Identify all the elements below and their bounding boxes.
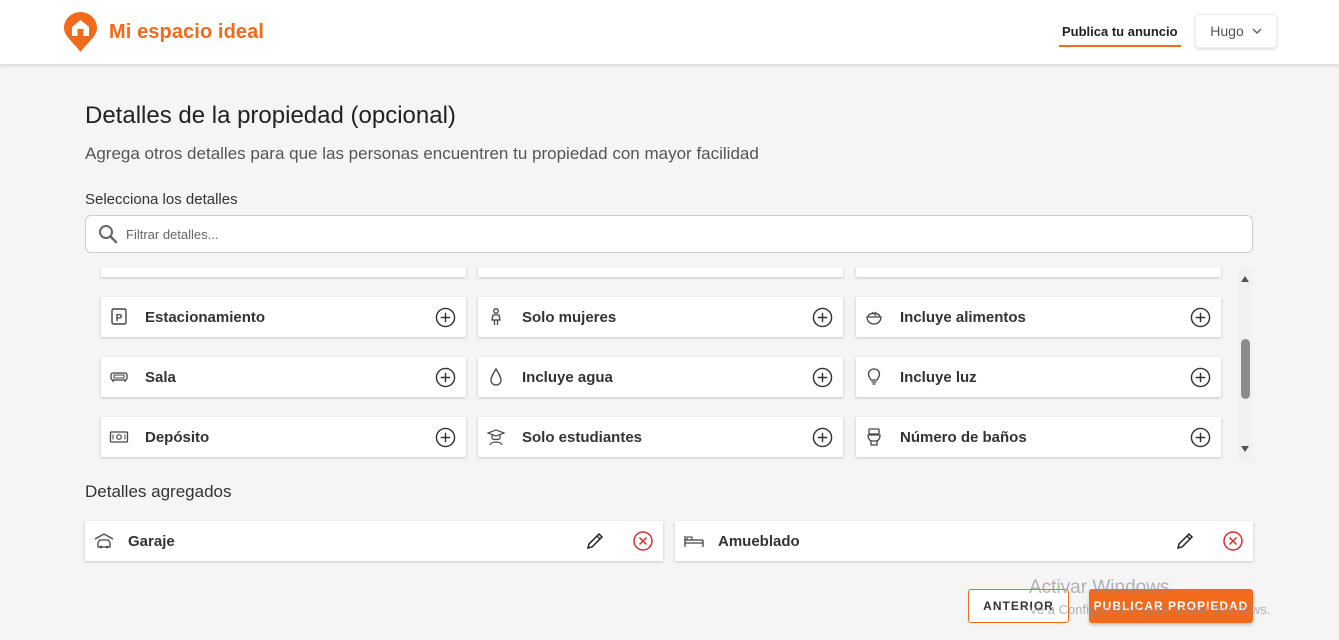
detail-card-numero-banos[interactable]: Número de baños [856, 417, 1221, 457]
plus-circle-icon[interactable] [1190, 367, 1211, 388]
plus-circle-icon[interactable] [812, 427, 833, 448]
detail-label: Depósito [145, 429, 210, 446]
select-details-label: Selecciona los detalles [85, 191, 238, 208]
cash-icon [109, 431, 129, 443]
scrollbar-thumb[interactable] [1241, 339, 1250, 399]
plus-circle-icon[interactable] [1190, 307, 1211, 328]
details-scrollbar[interactable] [1238, 268, 1253, 461]
detail-card-incluye-alimentos[interactable]: Incluye alimentos [856, 297, 1221, 337]
user-name: Hugo [1210, 23, 1244, 39]
scroll-down-arrow-icon[interactable] [1241, 446, 1249, 452]
plus-circle-icon[interactable] [435, 427, 456, 448]
parking-icon: P [111, 308, 127, 325]
detail-card-partial[interactable] [856, 268, 1221, 277]
page-title: Detalles de la propiedad (opcional) [85, 102, 456, 129]
filter-details-field [85, 215, 1253, 253]
svg-text:P: P [116, 313, 123, 324]
student-icon [486, 429, 506, 446]
detail-card-incluye-agua[interactable]: Incluye agua [478, 357, 843, 397]
windows-activation-watermark-subtitle: Ve a Configuración para activar Windows. [1029, 602, 1271, 617]
detail-card-solo-estudiantes[interactable]: Solo estudiantes [478, 417, 843, 457]
brand-name: Mi espacio ideal [109, 20, 264, 43]
detail-card-estacionamiento[interactable]: P Estacionamiento [101, 297, 466, 337]
lightbulb-icon [867, 368, 881, 385]
detail-card-deposito[interactable]: Depósito [101, 417, 466, 457]
plus-circle-icon[interactable] [1190, 427, 1211, 448]
detail-card-sala[interactable]: Sala [101, 357, 466, 397]
windows-activation-watermark-title: Activar Windows [1029, 577, 1170, 598]
added-detail-amueblado: Amueblado [675, 521, 1253, 561]
logo[interactable]: Mi espacio ideal [64, 12, 264, 52]
detail-label: Sala [145, 369, 176, 386]
detail-label: Solo mujeres [522, 309, 617, 326]
page-subtitle: Agrega otros detalles para que las perso… [85, 144, 759, 163]
detail-card-partial[interactable] [101, 268, 466, 277]
close-circle-icon[interactable] [1222, 530, 1244, 552]
detail-card-incluye-luz[interactable]: Incluye luz [856, 357, 1221, 397]
detail-card-solo-mujeres[interactable]: Solo mujeres [478, 297, 843, 337]
pencil-icon[interactable] [1174, 530, 1196, 552]
plus-circle-icon[interactable] [812, 367, 833, 388]
pencil-icon[interactable] [584, 530, 606, 552]
added-detail-garaje: Garaje [85, 521, 663, 561]
filter-details-input[interactable] [126, 226, 1226, 242]
details-list[interactable]: P Estacionamiento Solo mujeres Incluye a… [85, 268, 1253, 461]
detail-label: Incluye alimentos [900, 309, 1026, 326]
added-detail-label: Garaje [128, 533, 175, 550]
food-bowl-icon [866, 311, 882, 325]
publish-ad-link[interactable]: Publica tu anuncio [1059, 22, 1181, 47]
detail-label: Estacionamiento [145, 309, 266, 326]
sofa-icon [110, 372, 128, 382]
water-drop-icon [490, 367, 502, 386]
detail-label: Número de baños [900, 429, 1027, 446]
scroll-up-arrow-icon[interactable] [1241, 276, 1249, 282]
detail-label: Incluye agua [522, 369, 613, 386]
close-circle-icon[interactable] [632, 530, 654, 552]
detail-label: Solo estudiantes [522, 429, 643, 446]
bed-icon [684, 536, 704, 547]
toilet-icon [867, 428, 881, 446]
plus-circle-icon[interactable] [435, 367, 456, 388]
search-icon [99, 225, 118, 244]
chevron-down-icon [1252, 28, 1262, 35]
user-menu-button[interactable]: Hugo [1195, 14, 1277, 48]
added-detail-label: Amueblado [718, 533, 800, 550]
woman-icon [491, 308, 501, 325]
car-garage-icon [94, 533, 114, 549]
detail-label: Incluye luz [900, 369, 977, 386]
house-pin-icon [64, 12, 97, 52]
added-details-label: Detalles agregados [85, 482, 232, 501]
plus-circle-icon[interactable] [812, 307, 833, 328]
top-bar: Mi espacio ideal Publica tu anuncio Hugo [0, 0, 1339, 64]
detail-card-partial[interactable] [478, 268, 843, 277]
plus-circle-icon[interactable] [435, 307, 456, 328]
